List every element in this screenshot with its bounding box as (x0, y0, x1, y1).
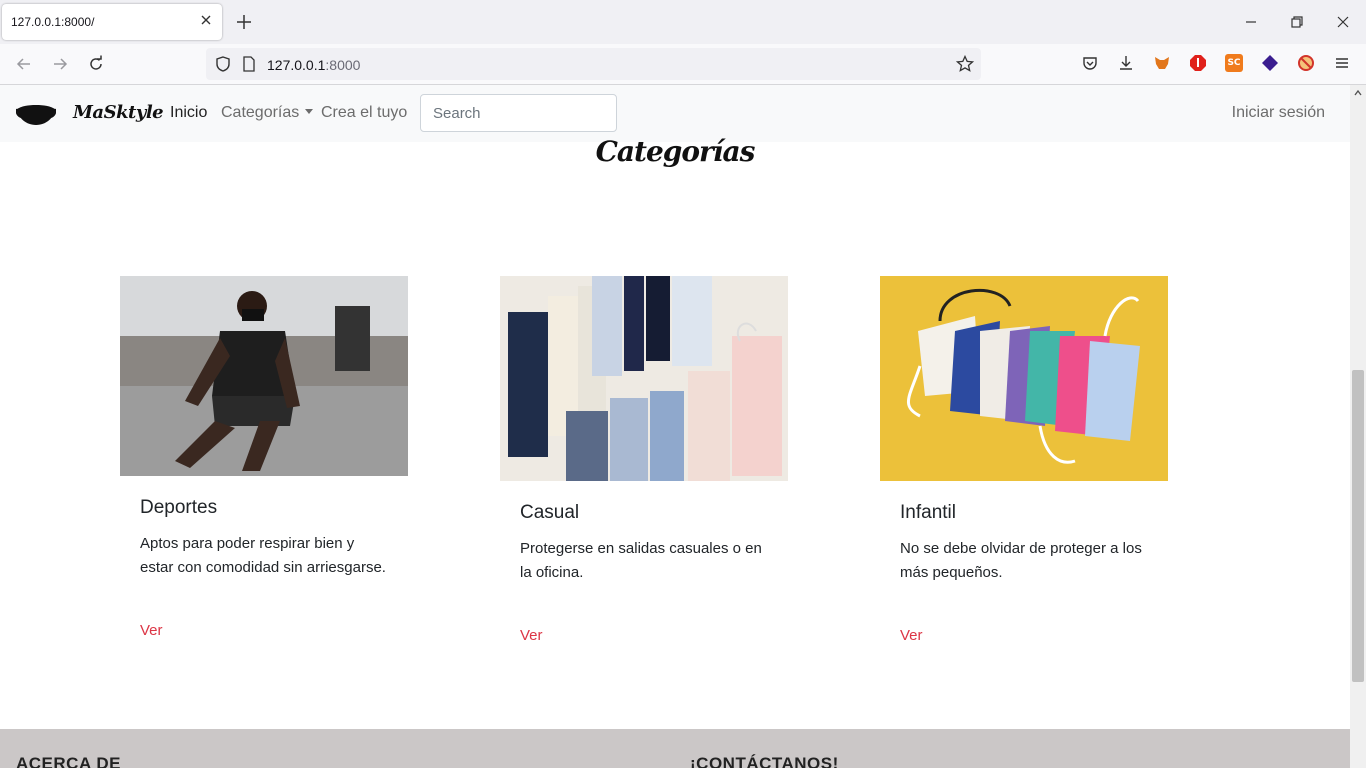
card-text: No se debe olvidar de proteger a los más… (900, 540, 1142, 581)
url-bar[interactable]: 127.0.0.1:8000 (206, 48, 981, 80)
bookmark-star-icon[interactable] (956, 55, 974, 73)
page-icon[interactable] (241, 55, 257, 73)
site-footer: ACERCA DE ¡CONTÁCTANOS! (0, 729, 1350, 768)
menu-icon[interactable] (1333, 54, 1351, 72)
deportes-image[interactable] (120, 276, 408, 476)
card-link-ver[interactable]: Ver (140, 622, 163, 639)
page-scrollbar[interactable] (1350, 85, 1366, 768)
new-tab-icon[interactable] (234, 12, 254, 32)
brand-name[interactable]: MaSktyle (73, 102, 164, 123)
browser-tab[interactable]: 127.0.0.1:8000/ (2, 4, 222, 40)
shield-icon[interactable] (214, 55, 232, 73)
reload-icon[interactable] (86, 54, 106, 74)
back-icon[interactable] (14, 54, 34, 74)
nav-create-yours[interactable]: Crea el tuyo (321, 104, 407, 122)
card-title: Casual (520, 502, 580, 523)
footer-about-heading: ACERCA DE (16, 754, 121, 768)
mask-logo-icon[interactable] (16, 101, 56, 127)
search-input[interactable] (420, 94, 617, 132)
section-heading: Categorías (595, 135, 756, 168)
browser-toolbar: 127.0.0.1:8000 SC (0, 44, 1366, 85)
category-card-casual: Casual Protegerse en salidas casuales o … (500, 276, 788, 661)
card-link-ver[interactable]: Ver (520, 627, 543, 644)
caret-down-icon (305, 109, 314, 114)
footer-contact-heading: ¡CONTÁCTANOS! (690, 754, 839, 768)
card-title: Deportes (140, 497, 218, 518)
card-text: Aptos para poder respirar bien y estar c… (140, 535, 386, 576)
scrollbar-thumb[interactable] (1352, 370, 1364, 682)
browser-tab-strip: 127.0.0.1:8000/ (0, 0, 1366, 44)
close-tab-icon[interactable] (198, 12, 214, 28)
metamask-fox-icon[interactable] (1153, 54, 1171, 72)
nav-categories-label: Categorías (221, 104, 300, 121)
download-icon[interactable] (1117, 54, 1135, 72)
adblock-hand-icon[interactable] (1189, 54, 1207, 72)
category-card-deportes: Deportes Aptos para poder respirar bien … (120, 276, 408, 656)
blocked-extension-icon[interactable] (1297, 54, 1315, 72)
site-navbar: MaSktyle Inicio Categorías Crea el tuyo … (0, 85, 1350, 142)
card-link-ver[interactable]: Ver (900, 627, 923, 644)
pocket-icon[interactable] (1081, 54, 1099, 72)
url-text: 127.0.0.1:8000 (267, 57, 361, 73)
sc-extension-icon[interactable]: SC (1225, 54, 1243, 72)
restore-icon[interactable] (1287, 12, 1307, 32)
close-window-icon[interactable] (1333, 12, 1353, 32)
diamond-extension-icon[interactable] (1261, 54, 1279, 72)
card-text: Protegerse en salidas casuales o en la o… (520, 540, 762, 581)
card-title: Infantil (900, 502, 956, 523)
nav-categories-dropdown[interactable]: Categorías (221, 104, 314, 122)
nav-home[interactable]: Inicio (170, 104, 207, 122)
tab-title: 127.0.0.1:8000/ (11, 15, 95, 29)
scroll-up-arrow-icon[interactable] (1354, 89, 1362, 97)
infantil-image[interactable] (880, 276, 1168, 481)
login-link[interactable]: Iniciar sesión (1232, 104, 1325, 122)
page-viewport: MaSktyle Inicio Categorías Crea el tuyo … (0, 85, 1350, 768)
forward-icon[interactable] (50, 54, 70, 74)
minimize-icon[interactable] (1241, 12, 1261, 32)
casual-image[interactable] (500, 276, 788, 481)
category-card-infantil: Infantil No se debe olvidar de proteger … (880, 276, 1168, 661)
